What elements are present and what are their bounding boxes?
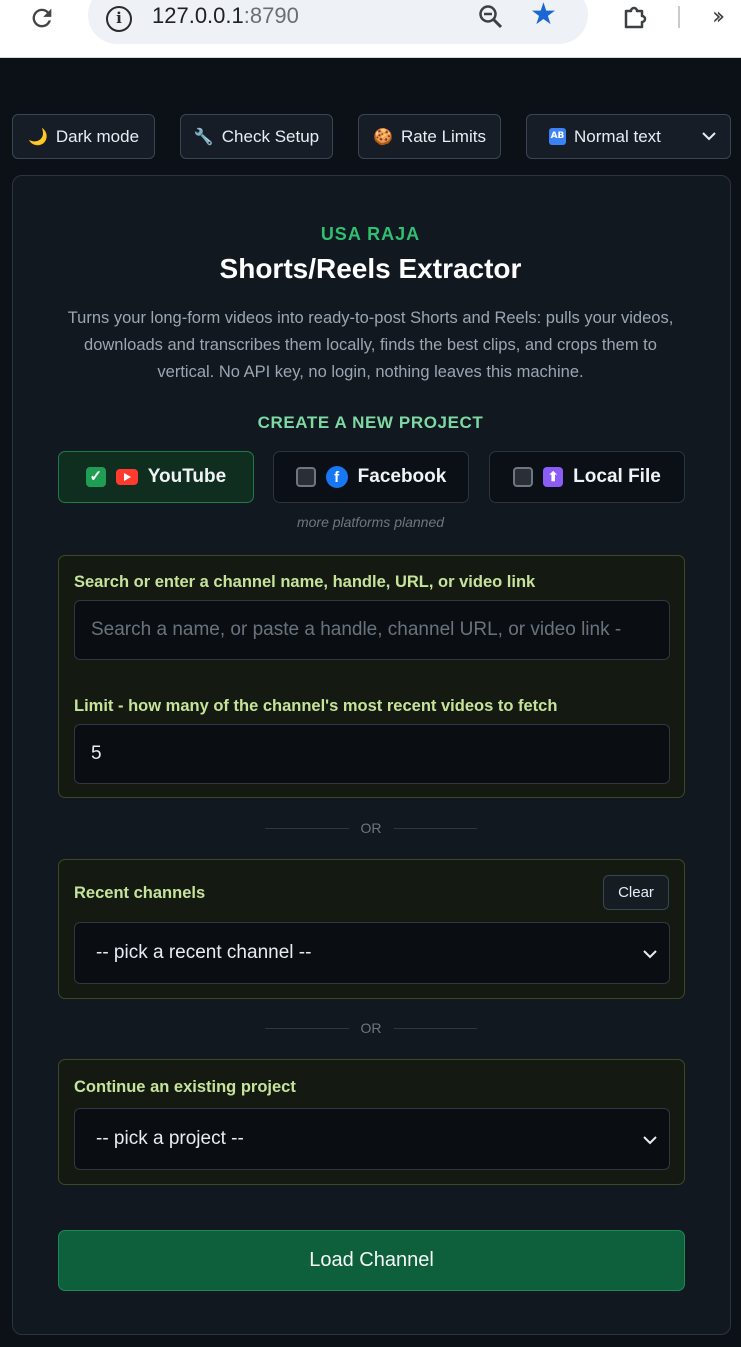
create-project-heading: CREATE A NEW PROJECT — [257, 413, 484, 432]
app-description: Turns your long-form videos into ready-t… — [67, 309, 674, 381]
platform-facebook-option[interactable]: f Facebook — [273, 451, 469, 503]
rate-limits-label: Rate Limits — [400, 126, 486, 146]
chevron-down-icon — [641, 945, 659, 969]
project-value: -- pick a project -- — [96, 1128, 244, 1149]
url-port: :8790 — [243, 3, 299, 28]
youtube-checkbox[interactable]: ✓ — [85, 467, 106, 487]
dark-mode-label: Dark mode — [55, 126, 140, 146]
recent-channel-select[interactable]: -- pick a recent channel -- — [74, 922, 670, 984]
extensions-icon[interactable] — [620, 2, 650, 32]
url-text[interactable]: 127.0.0.1:8790 — [152, 3, 299, 29]
bookmark-star-icon[interactable]: ★ — [530, 0, 557, 30]
recent-channels-label: Recent channels — [74, 884, 206, 902]
project-select[interactable]: -- pick a project -- — [74, 1108, 670, 1170]
platforms-note: more platforms planned — [296, 514, 445, 530]
channel-search-input[interactable] — [74, 600, 670, 660]
text-size-select[interactable]: AB Normal text — [526, 114, 731, 159]
browser-toolbar: i 127.0.0.1:8790 ★ ›› — [0, 0, 741, 58]
dark-mode-button[interactable]: 🌙 Dark mode — [12, 114, 155, 159]
or-divider: OR — [265, 818, 477, 838]
or-text: OR — [360, 820, 382, 836]
cookie-icon: 🍪 — [373, 128, 393, 146]
platform-local-file-option[interactable]: ⬆ Local File — [489, 451, 685, 503]
reload-icon[interactable] — [28, 4, 56, 32]
chevron-down-icon — [641, 1131, 659, 1155]
chevron-down-icon — [700, 127, 718, 150]
platform-label: Local File — [573, 466, 661, 487]
check-setup-button[interactable]: 🔧 Check Setup — [180, 114, 333, 159]
facebook-icon: f — [325, 466, 348, 488]
page-title: Shorts/Reels Extractor — [219, 253, 522, 284]
or-text: OR — [360, 1020, 382, 1036]
limit-input[interactable] — [74, 724, 670, 784]
zoom-out-icon[interactable] — [478, 4, 504, 30]
check-setup-label: Check Setup — [221, 126, 320, 146]
or-divider: OR — [265, 1018, 477, 1038]
youtube-icon — [115, 469, 138, 485]
moon-icon: 🌙 — [27, 128, 48, 146]
chevrons-right-icon[interactable]: ›› — [712, 2, 725, 30]
local-file-checkbox[interactable] — [513, 467, 534, 487]
facebook-checkbox[interactable] — [295, 467, 316, 487]
brand-name: USA RAJA — [320, 224, 421, 244]
platform-label: YouTube — [147, 466, 227, 487]
search-label: Search or enter a channel name, handle, … — [74, 573, 536, 591]
toolbar-separator — [678, 6, 680, 28]
upload-icon: ⬆ — [543, 467, 564, 487]
existing-project-label: Continue an existing project — [74, 1078, 296, 1096]
recent-channels-panel: Recent channels Clear -- pick a recent c… — [58, 859, 685, 999]
recent-channel-value: -- pick a recent channel -- — [96, 942, 312, 963]
rate-limits-button[interactable]: 🍪 Rate Limits — [358, 114, 501, 159]
load-channel-button[interactable]: Load Channel — [58, 1230, 685, 1291]
text-size-value: Normal text — [574, 126, 661, 146]
site-info-icon[interactable]: i — [106, 6, 132, 32]
url-host: 127.0.0.1 — [152, 3, 244, 28]
platform-youtube-option[interactable]: ✓ YouTube — [58, 451, 254, 503]
search-panel: Search or enter a channel name, handle, … — [58, 555, 685, 798]
platform-label: Facebook — [357, 466, 447, 487]
clear-recent-button[interactable]: Clear — [603, 875, 669, 910]
address-bar[interactable]: i 127.0.0.1:8790 ★ — [88, 0, 588, 44]
wrench-icon: 🔧 — [193, 128, 214, 146]
existing-project-panel: Continue an existing project -- pick a p… — [58, 1059, 685, 1185]
text-size-icon: AB — [549, 128, 566, 145]
limit-label: Limit - how many of the channel's most r… — [74, 697, 558, 715]
